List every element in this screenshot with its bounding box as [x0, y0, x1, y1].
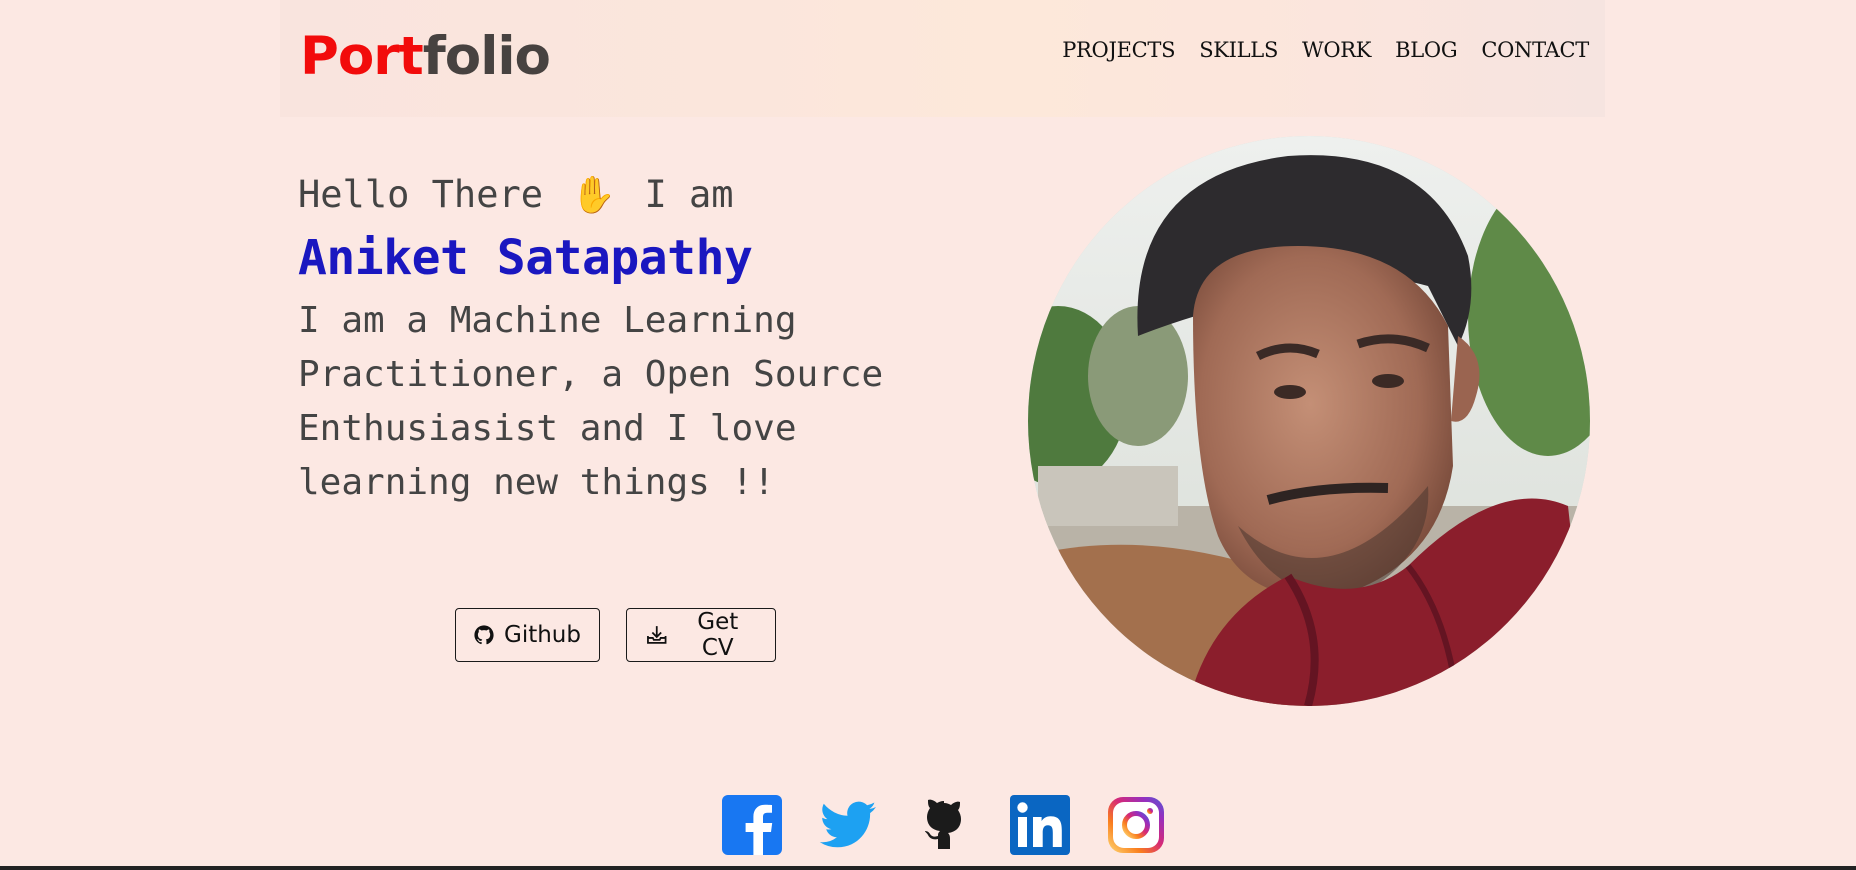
get-cv-button-label: Get CV — [697, 609, 739, 661]
bio-line: Enthusiasist and I love — [298, 408, 797, 449]
nav-link-projects[interactable]: PROJECTS — [1062, 38, 1175, 62]
bio-line: I am a Machine Learning — [298, 300, 797, 341]
hero-bio: I am a Machine Learning Practitioner, a … — [298, 294, 938, 510]
github-icon — [474, 625, 494, 645]
horizontal-scrollbar[interactable] — [0, 866, 1856, 870]
linkedin-icon[interactable] — [1010, 795, 1070, 855]
bio-line: Practitioner, a Open Source — [298, 354, 884, 395]
facebook-icon[interactable] — [722, 795, 782, 855]
twitter-icon[interactable] — [818, 795, 878, 855]
greeting: Hello There ✋ I am — [298, 170, 734, 221]
profile-photo — [1028, 136, 1590, 706]
nav-link-contact[interactable]: CONTACT — [1481, 38, 1589, 62]
nav-link-skills[interactable]: SKILLS — [1199, 38, 1278, 62]
hero-name: Aniket Satapathy — [298, 230, 753, 286]
bio-line: learning new things !! — [298, 462, 775, 503]
social-links — [0, 795, 1856, 855]
get-cv-button[interactable]: Get CV — [626, 608, 776, 662]
greeting-text-end: I am — [644, 173, 734, 216]
logo-part-1: Port — [300, 26, 424, 87]
instagram-icon[interactable] — [1106, 795, 1166, 855]
navbar: Portfolio PROJECTS SKILLS WORK BLOG CONT… — [280, 0, 1605, 117]
nav-links: PROJECTS SKILLS WORK BLOG CONTACT — [1062, 38, 1589, 62]
github-button[interactable]: Github — [455, 608, 600, 662]
logo[interactable]: Portfolio — [300, 24, 551, 90]
logo-part-2: folio — [422, 26, 551, 87]
github-button-label: Github — [504, 622, 581, 648]
greeting-text-start: Hello There — [298, 173, 544, 216]
github-social-icon[interactable] — [914, 795, 974, 855]
nav-link-work[interactable]: WORK — [1302, 38, 1371, 62]
nav-link-blog[interactable]: BLOG — [1395, 38, 1457, 62]
download-icon — [647, 626, 667, 644]
waving-hand-icon: ✋ — [571, 175, 617, 216]
